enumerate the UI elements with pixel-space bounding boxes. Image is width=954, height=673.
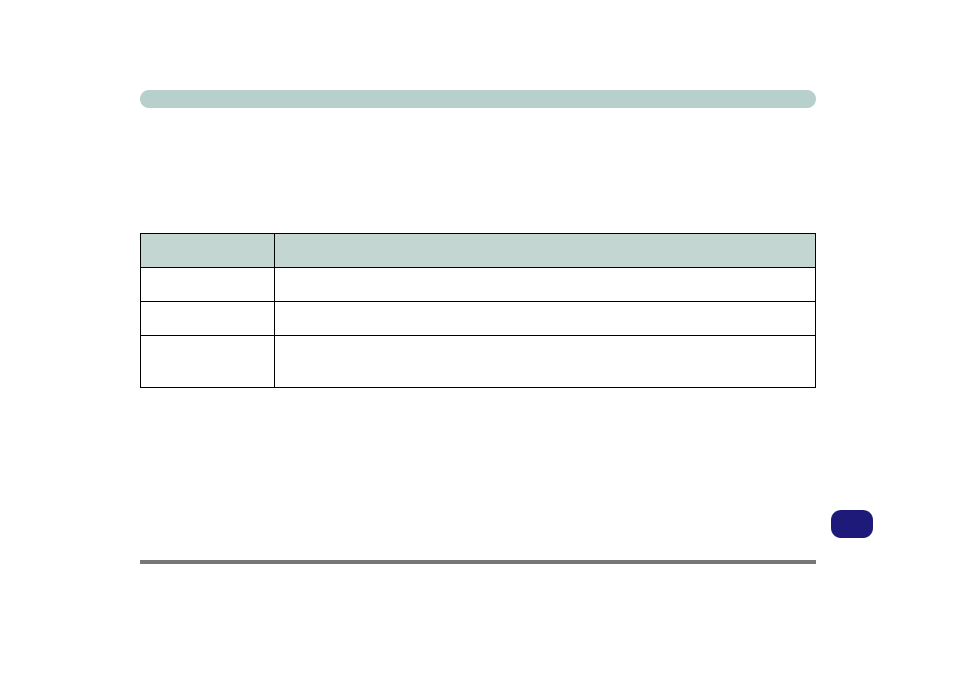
- table-row: [141, 336, 816, 388]
- table-cell: [141, 302, 275, 336]
- table-cell: [141, 336, 275, 388]
- table-cell: [141, 268, 275, 302]
- page-number-badge: [831, 510, 873, 538]
- data-table: [140, 233, 816, 388]
- table-row: [141, 302, 816, 336]
- table-header-col-1: [141, 234, 275, 268]
- table-cell: [275, 336, 816, 388]
- table-header-col-2: [275, 234, 816, 268]
- footer-rule: [140, 560, 816, 564]
- table-cell: [275, 268, 816, 302]
- table-header-row: [141, 234, 816, 268]
- table-row: [141, 268, 816, 302]
- table-cell: [275, 302, 816, 336]
- section-header: [140, 90, 816, 108]
